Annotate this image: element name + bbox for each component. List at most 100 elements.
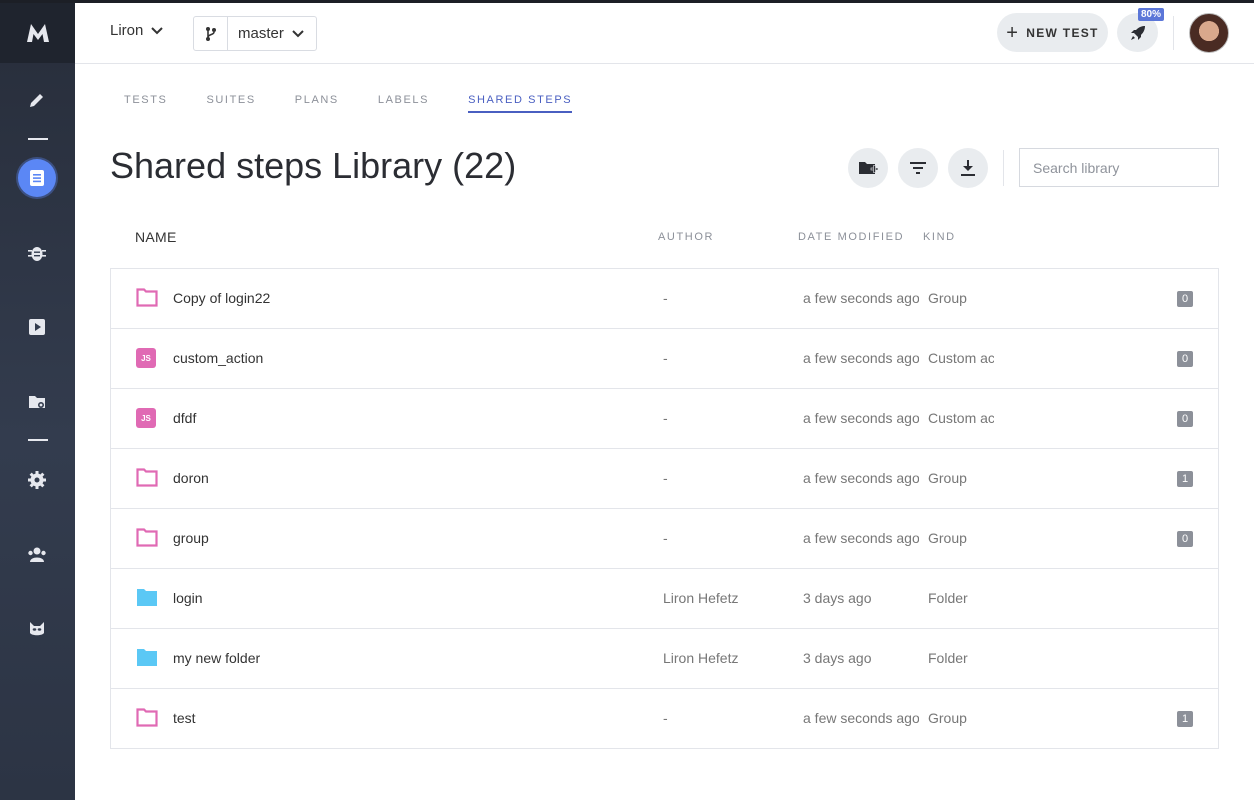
sidebar-item-create[interactable] [18,81,56,119]
sidebar-item-runs[interactable] [18,308,56,346]
group-folder-icon [136,707,158,729]
column-header-kind[interactable]: KIND [923,231,956,243]
row-name[interactable]: group [173,530,209,546]
avatar[interactable] [1189,13,1229,53]
top-header: Liron master + NEW TEST 80% [75,3,1254,64]
group-folder-icon [136,527,158,549]
sidebar [0,0,75,800]
rocket-icon [1130,25,1145,40]
row-name[interactable]: test [173,710,196,726]
tab-plans[interactable]: PLANS [295,94,339,113]
library-tabs: TESTS SUITES PLANS LABELS SHARED STEPS [124,94,611,113]
new-test-button[interactable]: + NEW TEST [997,13,1108,52]
sidebar-divider [28,439,48,441]
sidebar-item-folder-settings[interactable] [18,383,56,421]
js-icon: JS [136,407,158,429]
folder-icon [136,647,158,669]
table-row[interactable]: JS dfdf - a few seconds ago Custom action 0 [111,389,1218,449]
download-icon [961,160,975,176]
app-logo[interactable] [0,3,75,63]
row-author: - [663,530,668,546]
row-name[interactable]: dfdf [173,410,196,426]
folder-gear-icon [29,396,45,408]
row-author: - [663,470,668,486]
page-title: Shared steps Library (22) [110,145,517,186]
row-name[interactable]: login [173,590,203,606]
tab-labels[interactable]: LABELS [378,94,429,113]
plus-icon: + [1006,21,1020,44]
folder-icon [136,587,158,609]
shared-steps-table: Copy of login22- a few seconds ago Group 0 J… [110,268,1219,749]
row-kind: Group [928,710,967,726]
progress-badge: 80% [1138,8,1165,21]
row-author: Liron Hefetz [663,590,739,606]
row-kind: Custom action [928,350,994,366]
js-icon: JS [136,347,158,369]
row-author: - [663,350,668,366]
logo-icon [26,24,49,42]
sidebar-item-users[interactable] [18,536,56,574]
column-header-name[interactable]: NAME [135,229,177,245]
row-author: - [663,410,668,426]
row-kind: Group [928,470,967,486]
table-row[interactable]: group - a few seconds ago Group 0 [111,509,1218,569]
row-date-modified: 3 days ago [803,650,872,666]
chevron-down-icon [151,26,164,34]
sidebar-item-bugs[interactable] [18,234,56,272]
row-kind: Group [928,530,967,546]
branch-selector[interactable]: master [193,16,317,51]
table-row[interactable]: JS custom_action - a few seconds ago Custom … [111,329,1218,389]
document-list-icon [30,170,44,186]
filter-button[interactable] [898,148,938,188]
table-row[interactable]: my new folder Liron Hefetz 3 days ago Folde… [111,629,1218,689]
tab-suites[interactable]: SUITES [206,94,255,113]
row-count-badge: 0 [1177,351,1193,367]
tab-shared-steps[interactable]: SHARED STEPS [468,94,573,113]
group-folder-icon [136,467,158,489]
gear-icon [28,471,46,489]
app-root: Liron master + NEW TEST 80% TESTS SUITES… [0,0,1254,800]
table-row[interactable]: doron - a few seconds ago Group 1 [111,449,1218,509]
users-icon [28,547,46,562]
table-row[interactable]: Copy of login22 - a few seconds ago Group 0 [111,269,1218,329]
download-button[interactable] [948,148,988,188]
new-test-label: NEW TEST [1026,25,1099,40]
row-count-badge: 0 [1177,531,1193,547]
row-kind: Group [928,290,967,306]
column-header-date-modified[interactable]: DATE MODIFIED [798,231,904,243]
new-folder-button[interactable] [848,148,888,188]
folder-plus-icon [859,162,878,174]
row-author: Liron Hefetz [663,650,739,666]
row-kind: Custom action [928,410,994,426]
header-divider [1173,16,1174,50]
row-date-modified: 3 days ago [803,590,872,606]
table-row[interactable]: login Liron Hefetz 3 days ago Folder [111,569,1218,629]
user-dropdown[interactable]: Liron [110,22,164,39]
row-author: - [663,710,668,726]
user-name: Liron [110,22,144,39]
row-name[interactable]: Copy of login22 [173,290,270,306]
search-input[interactable] [1019,148,1219,187]
row-date-modified: a few seconds ago [803,350,919,366]
pencil-icon [30,94,43,107]
toolbar-divider [1003,150,1004,186]
row-name[interactable]: my new folder [173,650,260,666]
table-row[interactable]: test - a few seconds ago Group 1 [111,689,1218,748]
row-date-modified: a few seconds ago [803,710,919,726]
row-date-modified: a few seconds ago [803,470,919,486]
sidebar-divider [28,138,48,140]
branch-name: master [238,25,284,42]
row-count-badge: 0 [1177,291,1193,307]
group-folder-icon [136,287,158,309]
row-date-modified: a few seconds ago [803,530,919,546]
row-count-badge: 0 [1177,411,1193,427]
sidebar-item-tests[interactable] [18,159,56,197]
sidebar-item-admin[interactable] [18,610,56,648]
play-icon [29,319,45,335]
sidebar-item-settings[interactable] [18,461,56,499]
row-kind: Folder [928,590,968,606]
tab-tests[interactable]: TESTS [124,94,167,113]
row-name[interactable]: doron [173,470,209,486]
column-header-author[interactable]: AUTHOR [658,231,714,243]
row-name[interactable]: custom_action [173,350,263,366]
